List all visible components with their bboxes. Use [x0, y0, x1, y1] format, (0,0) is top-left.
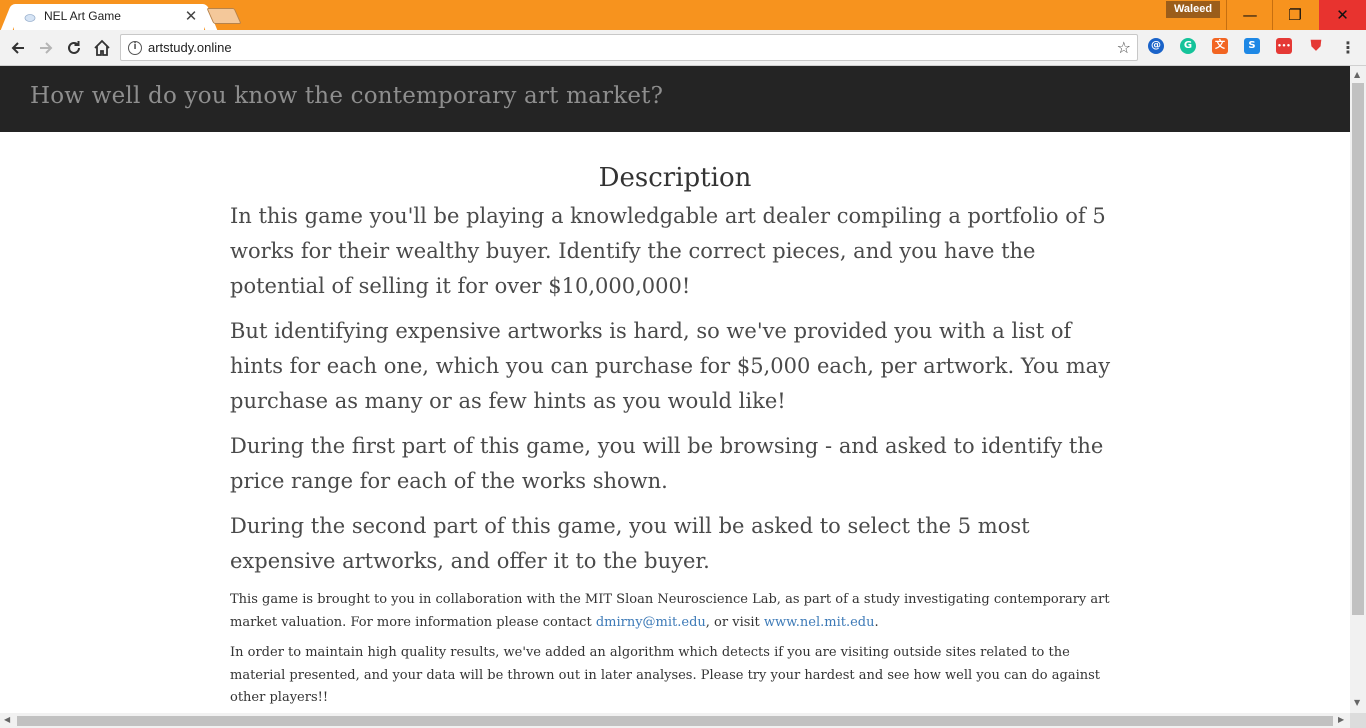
forward-button[interactable] — [34, 36, 58, 60]
scroll-right-icon[interactable]: ▶ — [1338, 715, 1344, 724]
shield-extension-icon[interactable]: ⛊ — [1308, 38, 1324, 54]
intro-paragraph: In this game you'll be playing a knowled… — [230, 204, 1106, 298]
address-bar[interactable]: i artstudy.online ☆ — [120, 34, 1138, 61]
vertical-scrollbar[interactable]: ▲ ▼ — [1350, 66, 1366, 713]
description-heading: Description — [598, 163, 752, 193]
part-one-paragraph: During the first part of this game, you … — [230, 434, 1104, 493]
translate-icon[interactable]: 文 — [1212, 38, 1228, 54]
home-icon — [94, 39, 110, 56]
forward-arrow-icon — [40, 42, 53, 54]
collaboration-paragraph: This game is brought to you in collabora… — [230, 589, 1120, 634]
reload-icon — [68, 41, 80, 54]
close-window-button[interactable]: ✕ — [1319, 0, 1366, 30]
horizontal-scrollbar[interactable]: ◀ ▶ — [0, 713, 1350, 728]
site-title: How well do you know the contemporary ar… — [30, 83, 664, 109]
site-info-icon[interactable]: i — [128, 41, 142, 55]
collab-text-end: . — [874, 614, 879, 630]
integrity-notice: In order to maintain high quality result… — [230, 645, 1101, 705]
website-link[interactable]: www.nel.mit.edu — [764, 615, 875, 630]
minimize-button[interactable]: — — [1227, 0, 1273, 30]
tab-close-icon[interactable]: ✕ — [182, 6, 200, 26]
scroll-down-icon[interactable]: ▼ — [1354, 698, 1360, 707]
back-button[interactable] — [6, 36, 30, 60]
collab-text-middle: , or visit — [705, 614, 764, 630]
browser-toolbar: i artstudy.online ☆ @ G 文 S ••• ⛊ ⋮ — [0, 30, 1366, 66]
page-viewport: How well do you know the contemporary ar… — [0, 66, 1350, 713]
home-button[interactable] — [90, 36, 114, 60]
s-extension-icon[interactable]: S — [1244, 38, 1260, 54]
adblock-icon[interactable]: @ — [1148, 38, 1164, 54]
email-link[interactable]: dmirny@mit.edu — [596, 615, 706, 630]
red-extension-icon[interactable]: ••• — [1276, 38, 1292, 54]
hints-paragraph: But identifying expensive artworks is ha… — [230, 319, 1111, 413]
grammarly-icon[interactable]: G — [1180, 38, 1196, 54]
vertical-scroll-thumb[interactable] — [1352, 83, 1364, 615]
browser-menu-icon[interactable]: ⋮ — [1340, 38, 1356, 58]
site-header: How well do you know the contemporary ar… — [0, 66, 1350, 132]
page-favicon-icon — [24, 14, 36, 22]
scrollbar-corner — [1350, 713, 1366, 728]
browser-tab[interactable]: NEL Art Game ✕ — [14, 4, 204, 30]
profile-badge[interactable]: Waleed — [1166, 1, 1220, 18]
restore-button[interactable]: ❐ — [1272, 0, 1318, 30]
horizontal-scroll-thumb[interactable] — [17, 716, 1333, 726]
url-text[interactable]: artstudy.online — [148, 40, 232, 55]
part-two-paragraph: During the second part of this game, you… — [230, 514, 1030, 573]
browser-title-bar: NEL Art Game ✕ Waleed — ❐ ✕ — [0, 0, 1366, 30]
back-arrow-icon — [11, 42, 24, 54]
scroll-up-icon[interactable]: ▲ — [1354, 70, 1360, 79]
description-section: Description In this game you'll be playi… — [230, 163, 1120, 713]
bookmark-star-icon[interactable]: ☆ — [1117, 38, 1131, 57]
reload-button[interactable] — [62, 36, 86, 60]
tab-title: NEL Art Game — [44, 9, 121, 23]
scroll-left-icon[interactable]: ◀ — [4, 715, 10, 724]
new-tab-button[interactable] — [206, 8, 242, 24]
